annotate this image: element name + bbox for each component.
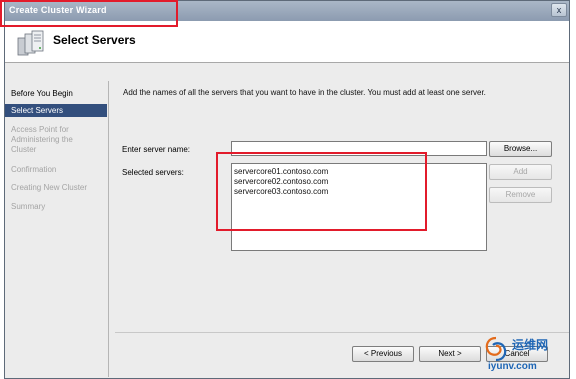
watermark-url: iyunv.com [488,361,537,372]
annotation-box-servers [216,152,427,231]
step-select-servers[interactable]: Select Servers [5,104,107,117]
step-before-you-begin[interactable]: Before You Begin [5,89,107,99]
close-icon: x [556,5,562,15]
background-window-right [569,0,576,379]
page-title: Select Servers [53,33,136,47]
annotation-box-title [0,0,178,27]
footer-divider [115,332,569,333]
server-name-label: Enter server name: [122,145,191,154]
add-button[interactable]: Add [489,164,552,180]
cluster-servers-icon [17,30,44,56]
step-access-point: Access Point for Administering the Clust… [11,125,73,154]
selected-servers-label: Selected servers: [122,168,184,177]
next-button[interactable]: Next > [419,346,481,362]
step-creating-new-cluster: Creating New Cluster [11,183,88,192]
wizard-steps-sidebar: Before You Begin Select Servers Access P… [5,81,109,377]
previous-button[interactable]: < Previous [352,346,414,362]
wizard-header: Select Servers [5,21,569,63]
step-confirmation: Confirmation [11,165,57,174]
watermark-cn-text: 运维网 [512,338,549,352]
watermark-logo-icon [485,336,507,362]
watermark: 运维网 iyunv.com [482,335,572,379]
browse-button[interactable]: Browse... [489,141,552,157]
instructions-text: Add the names of all the servers that yo… [123,88,486,97]
step-summary: Summary [11,202,46,211]
close-button[interactable]: x [551,3,567,17]
remove-button[interactable]: Remove [489,187,552,203]
